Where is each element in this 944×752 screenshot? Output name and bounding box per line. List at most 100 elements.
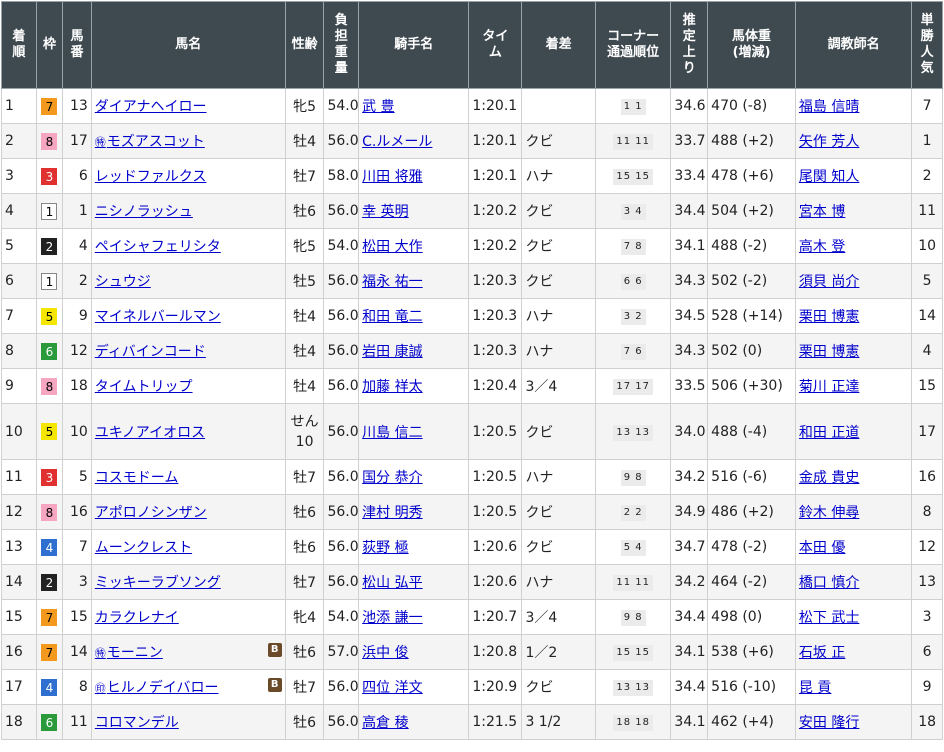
trainer-link[interactable]: 尾関 知人 xyxy=(799,169,859,185)
horse-name-link[interactable]: ダイアナヘイロー xyxy=(95,99,207,115)
umaban-value: 2 xyxy=(78,273,88,289)
trainer-link[interactable]: 和田 正道 xyxy=(799,425,859,441)
jockey-cell: 浜中 俊 xyxy=(358,634,470,670)
trainer-link[interactable]: 松下 武士 xyxy=(799,610,859,626)
header-weight[interactable]: 負担重量 xyxy=(323,1,360,89)
trainer-link[interactable]: 金成 貴史 xyxy=(799,470,859,486)
jockey-link[interactable]: 池添 謙一 xyxy=(362,610,422,626)
umaban-value: 4 xyxy=(78,238,88,254)
waku-badge: 4 xyxy=(41,678,58,696)
corner-cell: 13 13 xyxy=(594,403,672,460)
last3f-cell: 33.4 xyxy=(670,158,709,194)
jockey-link[interactable]: 高倉 稜 xyxy=(362,715,408,731)
horse-name-link[interactable]: モーニン xyxy=(107,645,163,661)
corner-cell: 6 6 xyxy=(594,263,672,299)
header-bodyweight[interactable]: 馬体重 (増減) xyxy=(707,1,796,89)
table-row: 13 4 7 ムーンクレスト 牡6 56.0 荻野 極 1:20.6 クビ 5 4 34.7 478 … xyxy=(1,529,943,565)
bodyweight-value: 470 (-8) xyxy=(711,98,768,114)
jockey-link[interactable]: 加藤 祥太 xyxy=(362,379,422,395)
horse-name-link[interactable]: シュウジ xyxy=(95,274,151,290)
trainer-link[interactable]: 昆 貢 xyxy=(799,680,831,696)
umaban-value: 18 xyxy=(69,378,88,394)
header-label-line: 量 xyxy=(334,61,348,76)
header-time[interactable]: タイム xyxy=(468,1,523,89)
jockey-link[interactable]: 川田 将雅 xyxy=(362,169,422,185)
header-corner[interactable]: コーナー 通過順位 xyxy=(594,1,672,89)
time-value: 1:20.7 xyxy=(472,609,518,625)
trainer-link[interactable]: 須貝 尚介 xyxy=(799,274,859,290)
trainer-link[interactable]: 福島 信晴 xyxy=(799,99,859,115)
horse-name-link[interactable]: カラクレナイ xyxy=(95,610,179,626)
horse-name-link[interactable]: コスモドーム xyxy=(95,470,179,486)
jockey-link[interactable]: 松田 大作 xyxy=(362,239,422,255)
trainer-link[interactable]: 安田 隆行 xyxy=(799,715,859,731)
horse-name-link[interactable]: ユキノアイオロス xyxy=(95,425,205,441)
horse-name-link[interactable]: ニシノラッシュ xyxy=(95,204,193,220)
margin-cell: ハナ xyxy=(521,298,596,334)
horse-name-link[interactable]: レッドファルクス xyxy=(95,169,207,185)
jockey-link[interactable]: 四位 洋文 xyxy=(362,680,422,696)
horse-cell: シュウジ xyxy=(90,263,286,299)
umaban-cell: 4 xyxy=(62,228,92,264)
horse-name-link[interactable]: ミッキーラブソング xyxy=(95,575,221,591)
header-margin[interactable]: 着差 xyxy=(521,1,596,89)
header-horse[interactable]: 馬名 xyxy=(90,1,286,89)
trainer-link[interactable]: 栗田 博憲 xyxy=(799,344,859,360)
rank-cell: 6 xyxy=(1,263,37,299)
bodyweight-value: 516 (-6) xyxy=(711,469,768,485)
time-cell: 1:20.3 xyxy=(468,333,523,369)
header-trainer[interactable]: 調教師名 xyxy=(794,1,913,89)
trainer-link[interactable]: 橋口 慎介 xyxy=(799,575,859,591)
jockey-link[interactable]: 和田 竜二 xyxy=(362,309,422,325)
jockey-link[interactable]: 浜中 俊 xyxy=(362,645,408,661)
header-umaban[interactable]: 馬番 xyxy=(62,1,92,89)
jockey-link[interactable]: 武 豊 xyxy=(362,99,394,115)
jockey-link[interactable]: 幸 英明 xyxy=(362,204,408,220)
horse-mark: ㊕ xyxy=(94,647,106,660)
horse-name-link[interactable]: ムーンクレスト xyxy=(95,540,192,556)
jockey-link[interactable]: 荻野 極 xyxy=(362,540,408,556)
waku-cell: 7 xyxy=(35,599,64,635)
header-popularity[interactable]: 単勝人気 xyxy=(911,1,943,89)
jockey-link[interactable]: 福永 祐一 xyxy=(362,274,422,290)
header-waku[interactable]: 枠 xyxy=(35,1,64,89)
horse-name-link[interactable]: ディバインコード xyxy=(95,344,206,360)
header-rank[interactable]: 着順 xyxy=(1,1,37,89)
trainer-link[interactable]: 鈴木 伸尋 xyxy=(799,505,859,521)
table-row: 2 8 17 ㊕モズアスコット 牡4 56.0 C.ルメール 1:20.1 クビ 11 11 33.… xyxy=(1,123,943,159)
last3f-value: 34.1 xyxy=(674,714,706,730)
horse-name-link[interactable]: ヒルノデイバロー xyxy=(107,680,219,696)
weight-value: 56.0 xyxy=(327,539,359,555)
horse-name-link[interactable]: モズアスコット xyxy=(107,134,205,150)
trainer-link[interactable]: 栗田 博憲 xyxy=(799,309,859,325)
jockey-link[interactable]: 松山 弘平 xyxy=(362,575,422,591)
waku-cell: 4 xyxy=(35,669,64,705)
jockey-link[interactable]: 川島 信二 xyxy=(362,425,422,441)
header-jockey[interactable]: 騎手名 xyxy=(358,1,470,89)
horse-name-link[interactable]: アポロノシンザン xyxy=(95,505,207,521)
header-label-line: 騎手名 xyxy=(394,37,434,52)
bodyweight-value: 464 (-2) xyxy=(711,574,768,590)
jockey-cell: C.ルメール xyxy=(358,123,470,159)
jockey-link[interactable]: C.ルメール xyxy=(362,134,432,150)
header-sexage[interactable]: 性齢 xyxy=(284,1,325,89)
trainer-link[interactable]: 宮本 博 xyxy=(799,204,845,220)
waku-cell: 7 xyxy=(35,634,64,670)
time-cell: 1:21.5 xyxy=(468,704,523,740)
trainer-link[interactable]: 本田 優 xyxy=(799,540,845,556)
jockey-link[interactable]: 津村 明秀 xyxy=(362,505,422,521)
horse-name-link[interactable]: コロマンデル xyxy=(95,715,179,731)
jockey-link[interactable]: 岩田 康誠 xyxy=(362,344,422,360)
horse-name-link[interactable]: タイムトリップ xyxy=(95,379,193,395)
horse-name-link[interactable]: ペイシャフェリシタ xyxy=(95,239,221,255)
trainer-link[interactable]: 菊川 正達 xyxy=(799,379,859,395)
header-last3f[interactable]: 推定上り xyxy=(670,1,709,89)
trainer-link[interactable]: 矢作 芳人 xyxy=(799,134,859,150)
horse-name-link[interactable]: マイネルバールマン xyxy=(95,309,221,325)
rank-value: 8 xyxy=(5,343,14,359)
table-row: 3 3 6 レッドファルクス 牡7 58.0 川田 将雅 1:20.1 ハナ 15 15 33.4 4… xyxy=(1,158,943,194)
jockey-link[interactable]: 国分 恭介 xyxy=(362,470,422,486)
bodyweight-value: 488 (-4) xyxy=(711,423,768,440)
trainer-link[interactable]: 石坂 正 xyxy=(799,645,845,661)
trainer-link[interactable]: 高木 登 xyxy=(799,239,845,255)
